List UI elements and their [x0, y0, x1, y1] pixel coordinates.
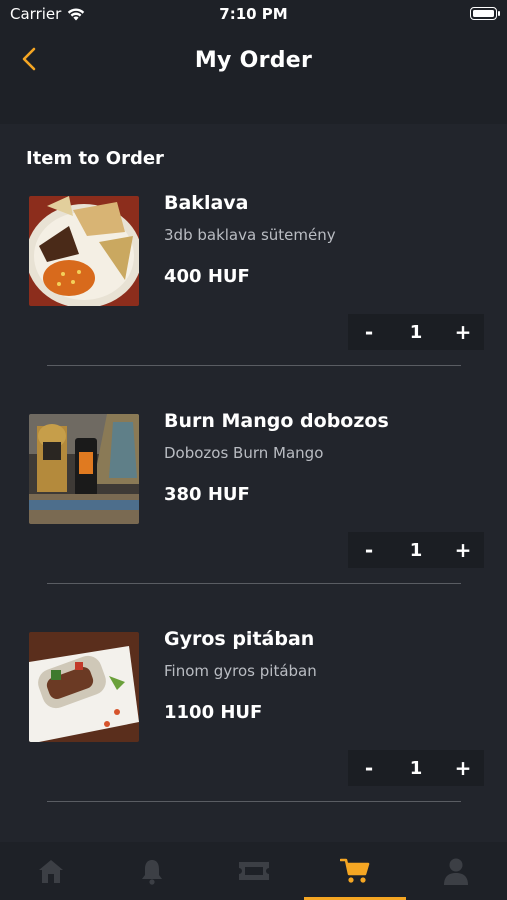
tab-notifications[interactable]	[101, 842, 202, 900]
item-description: 3db baklava sütemény	[164, 226, 336, 244]
item-image	[29, 196, 139, 306]
user-icon	[444, 858, 469, 885]
quantity-value: 1	[409, 321, 423, 343]
item-description: Finom gyros pitában	[164, 662, 317, 680]
quantity-value: 1	[409, 757, 423, 779]
item-name: Burn Mango dobozos	[164, 410, 389, 432]
divider	[47, 365, 461, 366]
battery-icon	[470, 7, 500, 20]
item-price: 400 HUF	[164, 266, 250, 287]
divider	[47, 583, 461, 584]
item-image	[29, 414, 139, 524]
order-item: Burn Mango dobozos Dobozos Burn Mango 38…	[0, 404, 507, 622]
decrease-button[interactable]: -	[360, 320, 378, 344]
page-title: My Order	[194, 48, 313, 73]
quantity-stepper: - 1 +	[348, 750, 484, 786]
cart-icon	[339, 858, 370, 883]
quantity-stepper: - 1 +	[348, 314, 484, 350]
home-icon	[38, 860, 63, 883]
item-price: 1100 HUF	[164, 702, 263, 723]
increase-button[interactable]: +	[454, 538, 472, 562]
item-name: Gyros pitában	[164, 628, 315, 650]
quantity-value: 1	[409, 539, 423, 561]
item-description: Dobozos Burn Mango	[164, 444, 324, 462]
decrease-button[interactable]: -	[360, 538, 378, 562]
status-time: 7:10 PM	[219, 5, 288, 23]
status-bar: Carrier 7:10 PM	[0, 0, 507, 28]
order-item: Gyros pitában Finom gyros pitában 1100 H…	[0, 622, 507, 840]
item-name: Baklava	[164, 192, 249, 214]
item-image	[29, 632, 139, 742]
decrease-button[interactable]: -	[360, 756, 378, 780]
increase-button[interactable]: +	[454, 320, 472, 344]
order-content: Item to Order Baklava 3db baklava sütemé…	[0, 124, 507, 842]
tab-profile[interactable]	[406, 842, 507, 900]
increase-button[interactable]: +	[454, 756, 472, 780]
tab-cart[interactable]	[304, 842, 407, 900]
quantity-stepper: - 1 +	[348, 532, 484, 568]
ticket-icon	[238, 862, 269, 880]
order-item: Baklava 3db baklava sütemény 400 HUF - 1…	[0, 186, 507, 404]
item-price: 380 HUF	[164, 484, 250, 505]
tab-tickets[interactable]	[203, 842, 304, 900]
tab-bar	[0, 842, 507, 900]
section-title: Item to Order	[26, 148, 164, 169]
tab-home[interactable]	[0, 842, 101, 900]
nav-bar: My Order	[0, 28, 507, 124]
divider	[47, 801, 461, 802]
bell-icon	[142, 860, 163, 885]
